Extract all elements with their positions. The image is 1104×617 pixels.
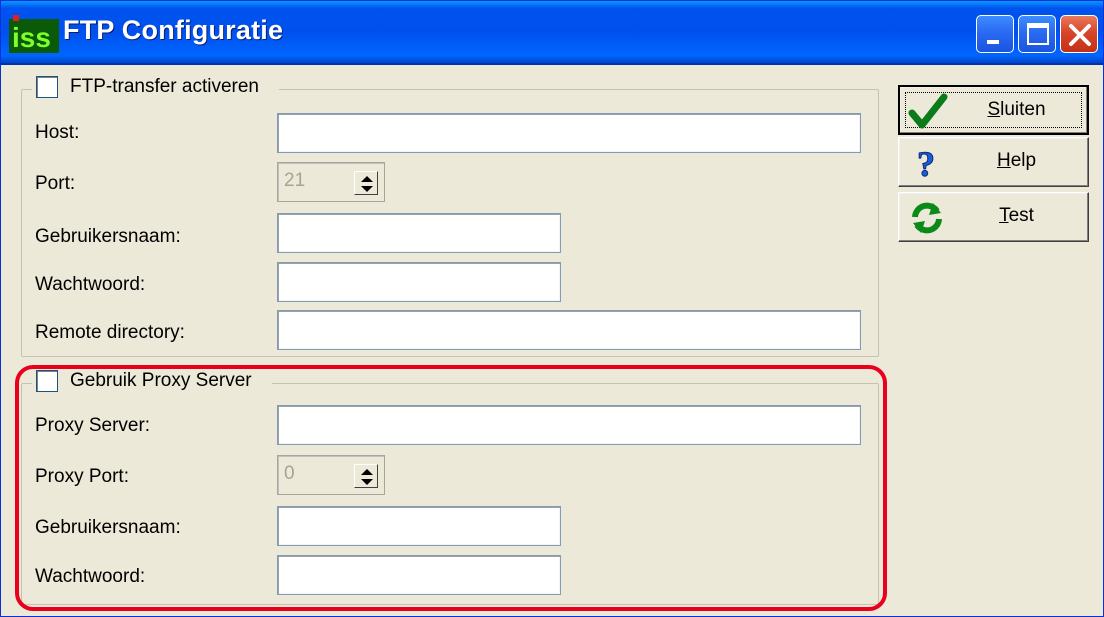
close-window-button[interactable] [1060, 15, 1098, 53]
help-question-icon: ? [917, 144, 936, 182]
ftp-enable-toggle[interactable]: FTP-transfer activeren [32, 76, 279, 98]
port-spinner[interactable]: 21 [277, 162, 385, 202]
close-button[interactable]: Sluiten [898, 85, 1089, 135]
remote-directory-input[interactable] [277, 310, 861, 350]
refresh-icon [912, 202, 942, 234]
proxy-enable-label: Gebruik Proxy Server [70, 370, 252, 391]
host-input[interactable] [277, 113, 861, 153]
proxy-username-label: Gebruikersnaam: [35, 517, 181, 538]
proxy-password-label: Wachtwoord: [35, 566, 146, 587]
password-label: Wachtwoord: [35, 274, 146, 295]
help-button[interactable]: ? Help [898, 137, 1089, 187]
proxy-port-value: 0 [284, 463, 295, 484]
window-title: FTP Configuratie [63, 15, 284, 45]
minimize-button[interactable] [976, 15, 1014, 53]
test-rest: est [1008, 205, 1034, 226]
svg-text:?: ? [917, 144, 935, 182]
proxy-server-input[interactable] [277, 405, 861, 445]
proxy-server-label: Proxy Server: [35, 415, 151, 436]
svg-text:iss: iss [12, 22, 51, 53]
minimize-icon [987, 40, 999, 44]
proxy-port-spin-arrows[interactable] [354, 464, 378, 488]
username-input[interactable] [277, 213, 561, 253]
test-accel: T [999, 205, 1009, 226]
close-rest: luiten [1000, 99, 1046, 120]
close-accel: S [987, 99, 1001, 120]
spin-updown-icon [361, 469, 373, 485]
host-label: Host: [35, 122, 80, 143]
help-accel: H [996, 150, 1011, 171]
ftp-config-window: iss FTP Configuratie FTP-transfer active… [0, 0, 1104, 617]
proxy-port-spinner[interactable]: 0 [277, 455, 385, 495]
proxy-password-input[interactable] [277, 555, 561, 595]
help-rest: elp [1010, 150, 1037, 171]
test-button-label: Test [955, 205, 1078, 227]
remote-directory-label: Remote directory: [35, 322, 185, 343]
port-label: Port: [35, 173, 76, 194]
port-spin-arrows[interactable] [354, 171, 378, 195]
proxy-port-label: Proxy Port: [35, 466, 129, 487]
title-bar[interactable]: iss FTP Configuratie [1, 1, 1103, 65]
maximize-icon [1027, 23, 1049, 45]
proxy-enable-toggle[interactable]: Gebruik Proxy Server [32, 370, 272, 392]
iss-app-icon: iss [9, 15, 59, 53]
test-button[interactable]: Test [898, 192, 1089, 242]
close-icon [1069, 24, 1091, 46]
username-label: Gebruikersnaam: [35, 226, 181, 247]
port-value: 21 [284, 170, 306, 191]
maximize-button[interactable] [1018, 15, 1056, 53]
proxy-username-input[interactable] [277, 506, 561, 546]
ftp-enable-label: FTP-transfer activeren [70, 76, 259, 97]
help-button-label: Help [955, 150, 1078, 172]
checkmark-icon [908, 93, 948, 129]
proxy-enable-checkbox[interactable] [36, 370, 58, 392]
close-button-label: Sluiten [956, 99, 1077, 121]
password-input[interactable] [277, 262, 561, 302]
ftp-enable-checkbox[interactable] [36, 76, 58, 98]
spin-updown-icon [361, 176, 373, 192]
